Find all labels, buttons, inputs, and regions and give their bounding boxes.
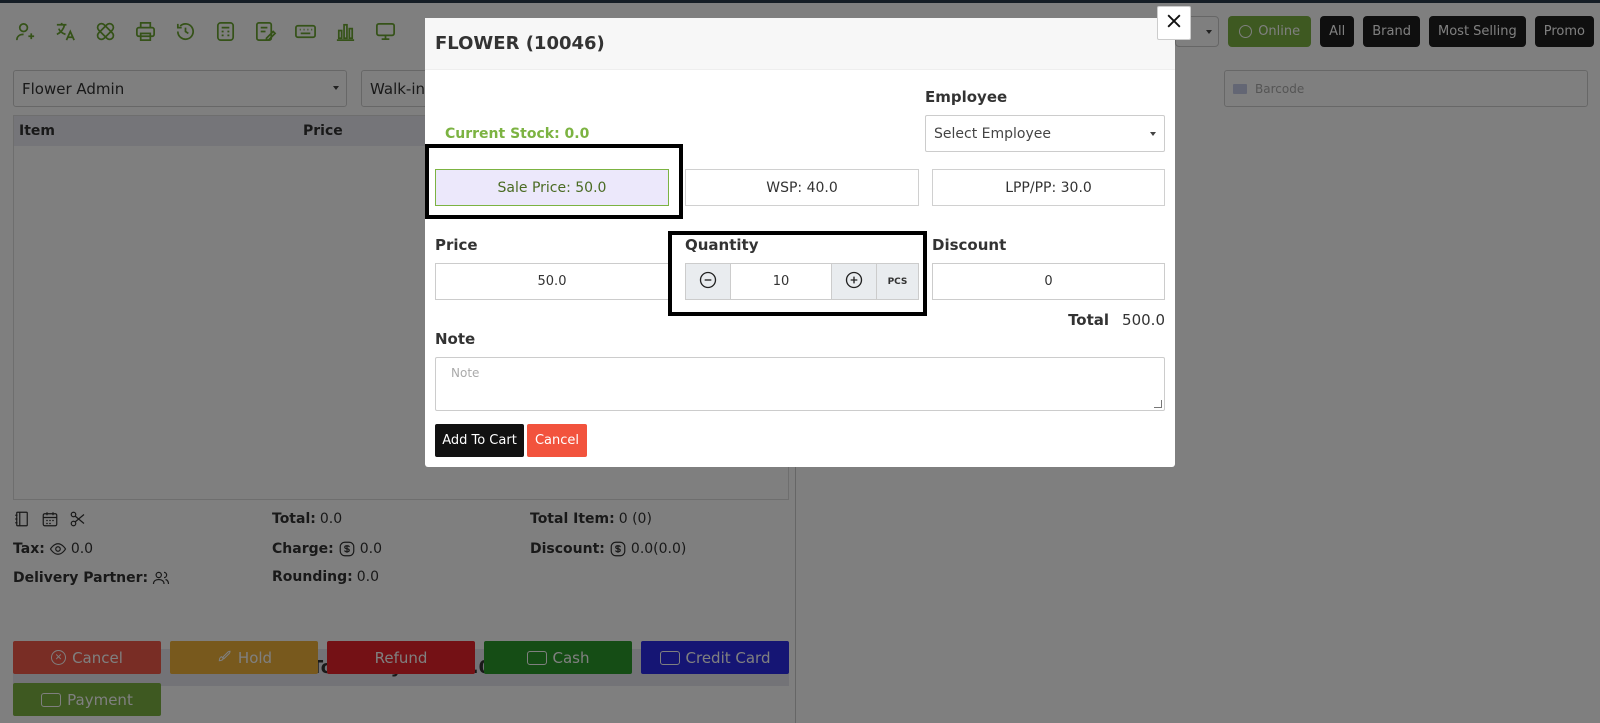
close-modal-button[interactable] <box>1157 6 1191 40</box>
price-input[interactable]: 50.0 <box>435 263 669 300</box>
line-total: Total 500.0 <box>1068 311 1165 329</box>
cancel-button[interactable]: Cancel <box>527 424 587 457</box>
wsp-price-button[interactable]: WSP: 40.0 <box>685 169 919 206</box>
lpp-price-button[interactable]: LPP/PP: 30.0 <box>932 169 1165 206</box>
add-to-cart-button[interactable]: Add To Cart <box>435 424 524 457</box>
quantity-stepper: 10 PCS <box>685 263 919 300</box>
sale-price-button[interactable]: Sale Price: 50.0 <box>435 169 669 206</box>
employee-label: Employee <box>925 88 1008 106</box>
plus-circle-icon <box>844 270 864 294</box>
add-item-modal: FLOWER (10046) Current Stock: 0.0 Employ… <box>425 18 1175 467</box>
unit-label: PCS <box>876 264 918 299</box>
chevron-down-icon <box>1150 132 1156 136</box>
decrement-button[interactable] <box>686 264 730 299</box>
increment-button[interactable] <box>832 264 876 299</box>
modal-header: FLOWER (10046) <box>425 18 1175 70</box>
quantity-label: Quantity <box>685 236 759 254</box>
note-textarea[interactable]: Note <box>435 357 1165 411</box>
price-label: Price <box>435 236 478 254</box>
total-label: Total <box>1068 311 1110 329</box>
note-label: Note <box>435 330 476 348</box>
employee-select-value: Select Employee <box>934 125 1051 142</box>
discount-label: Discount <box>932 236 1007 254</box>
close-icon <box>1164 11 1184 35</box>
discount-input[interactable]: 0 <box>932 263 1165 300</box>
resize-handle-icon[interactable] <box>1154 400 1162 408</box>
total-value: 500.0 <box>1122 311 1165 329</box>
minus-circle-icon <box>698 270 718 294</box>
note-placeholder: Note <box>451 366 480 380</box>
quantity-input[interactable]: 10 <box>730 264 832 299</box>
employee-select[interactable]: Select Employee <box>925 115 1165 152</box>
current-stock: Current Stock: 0.0 <box>445 126 590 142</box>
modal-title: FLOWER (10046) <box>435 33 605 54</box>
